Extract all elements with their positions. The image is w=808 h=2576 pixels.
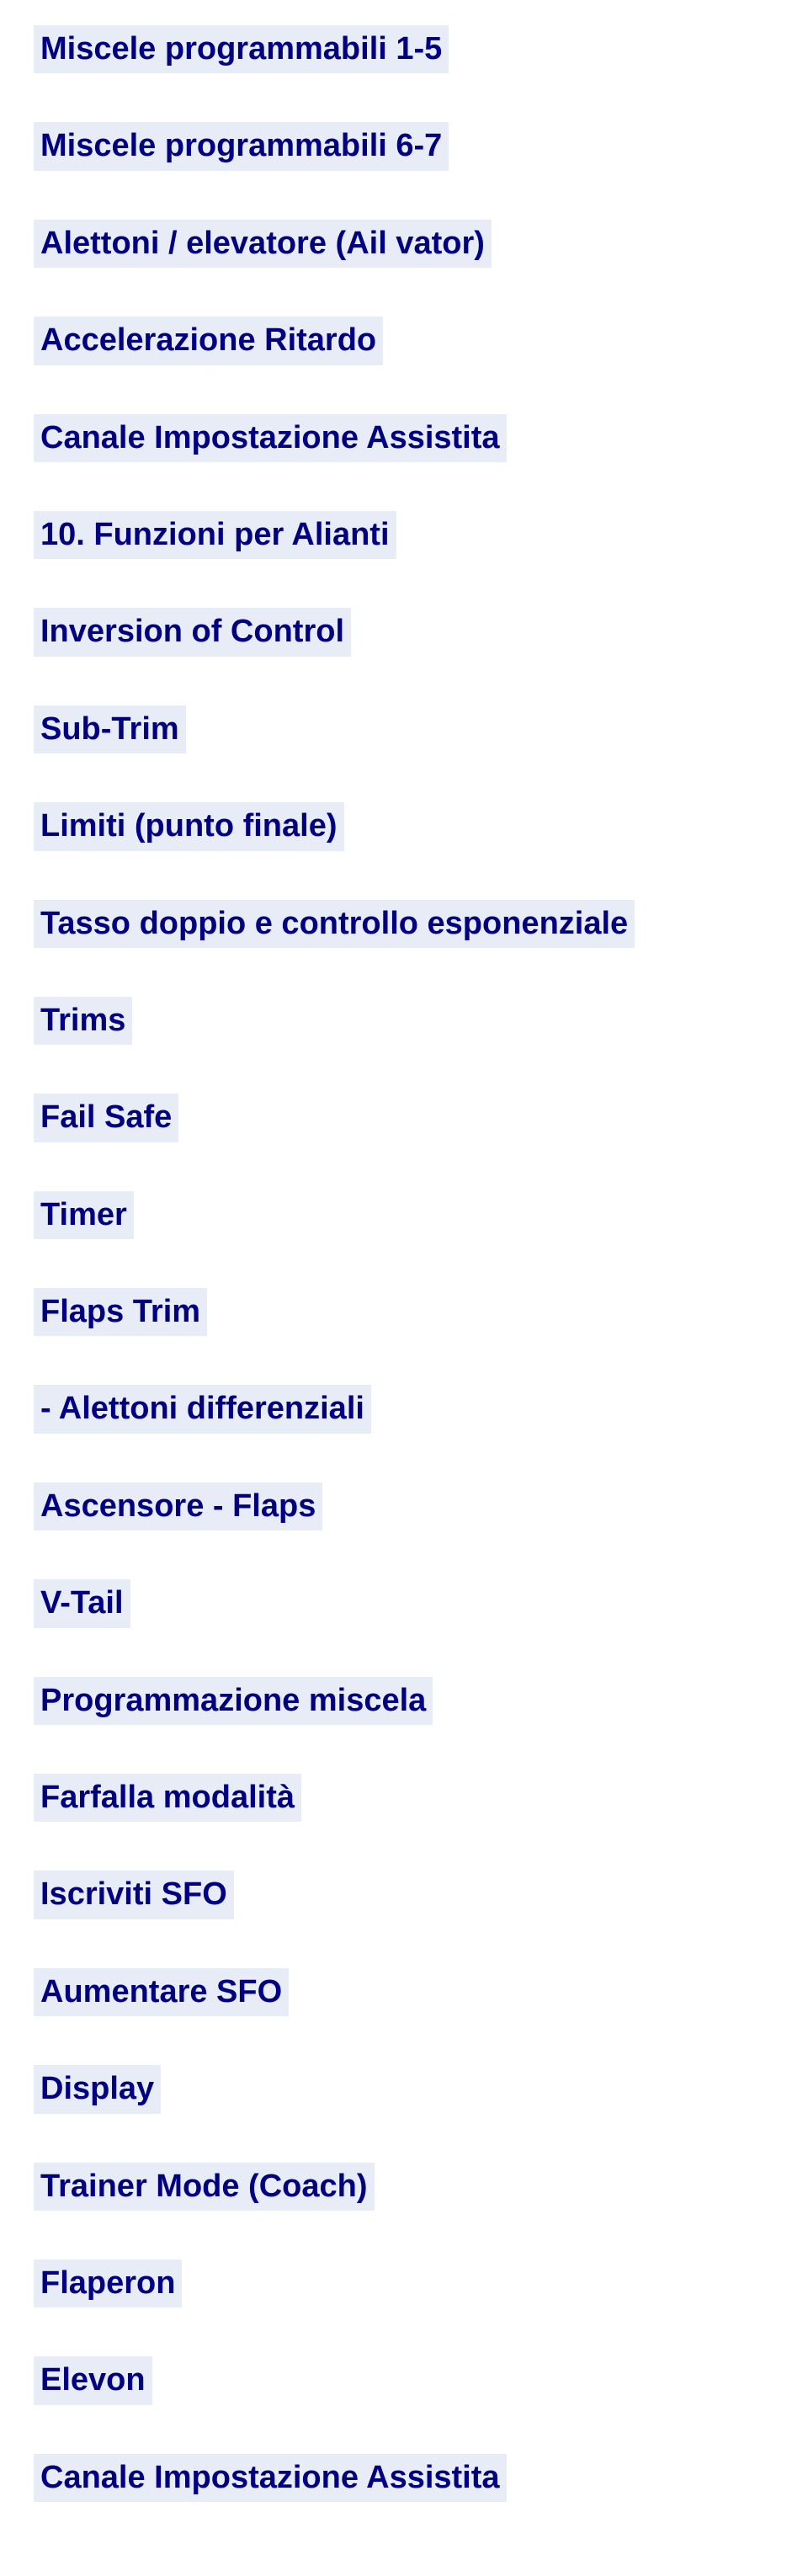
list-item: Miscele programmabili 1-5 xyxy=(34,25,449,73)
list-item: Tasso doppio e controllo esponenziale xyxy=(34,900,635,948)
list-item: Accelerazione Ritardo xyxy=(34,317,383,365)
list-item: Flaperon xyxy=(34,2259,182,2307)
list-item: Trainer Mode (Coach) xyxy=(34,2163,375,2211)
document-list: Miscele programmabili 1-5 Miscele progra… xyxy=(34,25,774,2551)
list-item: Iscriviti SFO xyxy=(34,1871,234,1919)
list-item: Aumentare SFO xyxy=(34,1968,289,2016)
list-item: Display xyxy=(34,2065,161,2113)
list-item: 10. Funzioni per Alianti xyxy=(34,511,396,559)
list-item: Trims xyxy=(34,997,132,1045)
list-item: Inversion of Control xyxy=(34,608,351,656)
list-item: Limiti (punto finale) xyxy=(34,802,344,850)
list-item: Miscele programmabili 6-7 xyxy=(34,122,449,170)
list-item: Programmazione miscela xyxy=(34,1677,433,1725)
list-item: Timer xyxy=(34,1191,134,1239)
list-item: Flaps Trim xyxy=(34,1288,207,1336)
list-item: Elevon xyxy=(34,2356,152,2404)
list-item: V-Tail xyxy=(34,1579,130,1627)
list-item: Canale Impostazione Assistita xyxy=(34,414,507,462)
list-item: Ascensore - Flaps xyxy=(34,1482,322,1530)
list-item: Canale Impostazione Assistita xyxy=(34,2454,507,2502)
list-item: - Alettoni differenziali xyxy=(34,1385,371,1433)
list-item: Fail Safe xyxy=(34,1094,178,1142)
list-item: Alettoni / elevatore (Ail vator) xyxy=(34,220,492,268)
list-item: Sub-Trim xyxy=(34,705,186,753)
list-item: Farfalla modalità xyxy=(34,1774,301,1822)
